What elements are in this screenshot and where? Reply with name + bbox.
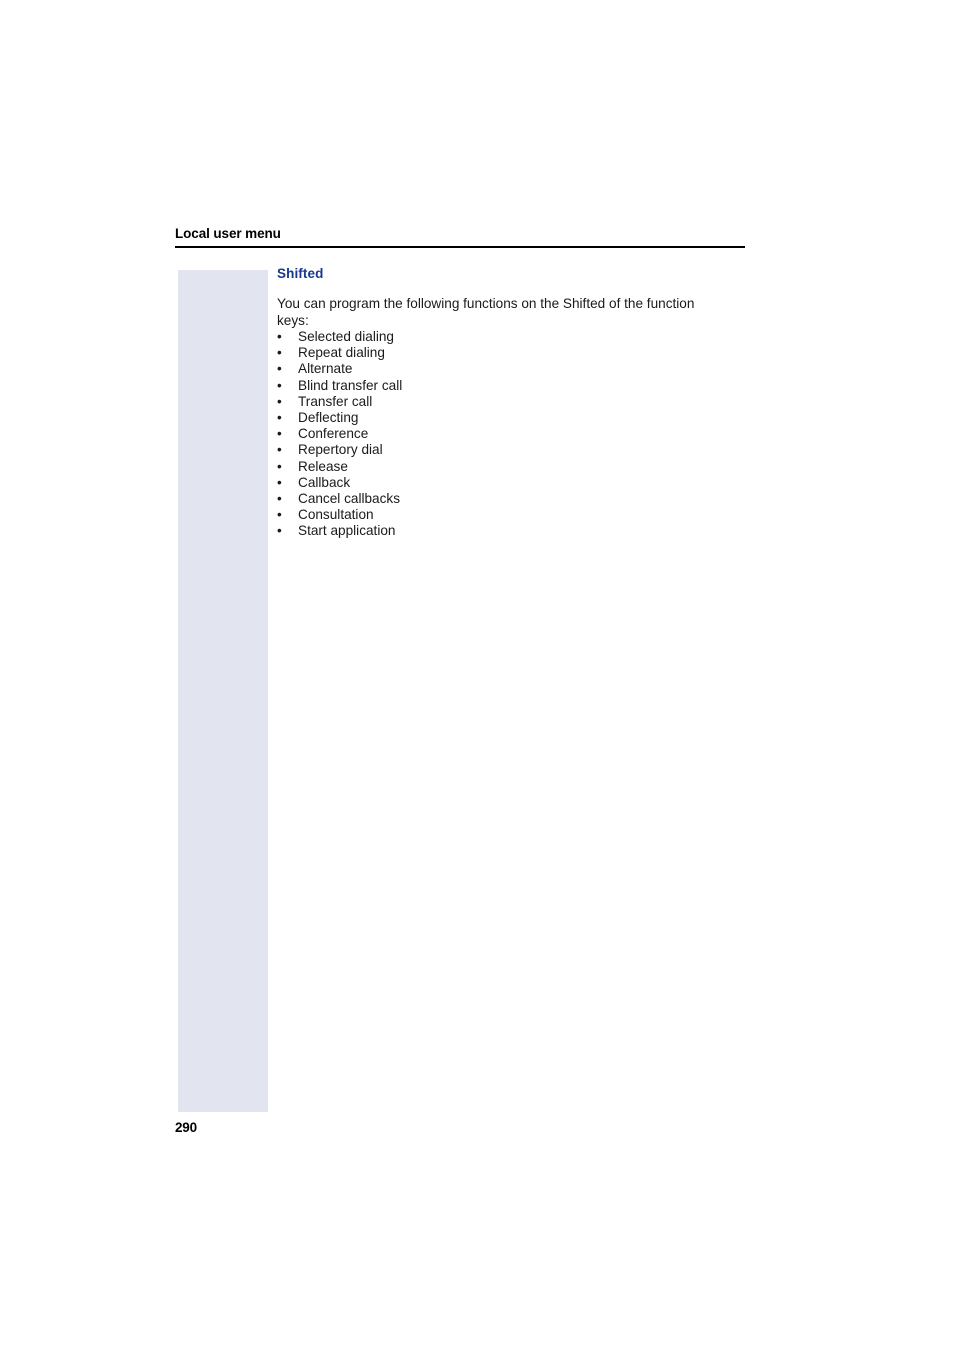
list-item-label: Alternate	[298, 361, 353, 377]
list-item: • Alternate	[277, 361, 737, 377]
list-item: • Transfer call	[277, 394, 737, 410]
list-item-label: Conference	[298, 426, 369, 442]
list-item: • Callback	[277, 475, 737, 491]
bullet-point-icon: •	[277, 329, 282, 344]
list-item: • Repeat dialing	[277, 345, 737, 361]
main-content-column: Shifted You can program the following fu…	[277, 265, 737, 540]
list-item: • Cancel callbacks	[277, 491, 737, 507]
function-bullet-list: • Selected dialing • Repeat dialing • Alterna…	[277, 329, 737, 540]
list-item: • Selected dialing	[277, 329, 737, 345]
bullet-point-icon: •	[277, 345, 282, 361]
list-item-label: Release	[298, 458, 348, 474]
list-item-label: Repeat dialing	[298, 345, 385, 361]
bullet-point-icon: •	[277, 426, 282, 442]
list-item-label: Cancel callbacks	[298, 491, 400, 507]
bullet-point-icon: •	[277, 377, 282, 393]
list-item-label: Transfer call	[298, 393, 373, 409]
page-number: 290	[175, 1120, 197, 1135]
list-item-label: Callback	[298, 474, 351, 490]
list-item: • Deflecting	[277, 410, 737, 426]
list-item-label: Blind transfer call	[298, 377, 403, 393]
document-page: Local user menu Shifted You can program …	[0, 0, 954, 1351]
bullet-point-icon: •	[277, 410, 282, 426]
bullet-point-icon: •	[277, 458, 282, 474]
list-item: • Release	[277, 459, 737, 475]
list-item-label: Consultation	[298, 507, 374, 523]
list-item: • Repertory dial	[277, 442, 737, 458]
header-divider-rule	[175, 246, 745, 248]
list-item-label: Deflecting	[298, 410, 359, 426]
list-item-label: Repertory dial	[298, 442, 383, 458]
intro-paragraph: You can program the following functions …	[277, 296, 695, 328]
bullet-point-icon: •	[277, 361, 282, 377]
bullet-point-icon: •	[277, 491, 282, 507]
list-item: • Blind transfer call	[277, 378, 737, 394]
list-item: • Consultation	[277, 507, 737, 523]
bullet-point-icon: •	[277, 507, 282, 523]
list-item: • Start application	[277, 523, 737, 539]
bullet-point-icon: •	[277, 523, 282, 539]
bullet-point-icon: •	[277, 442, 282, 458]
section-heading: Shifted	[277, 266, 324, 281]
running-header: Local user menu	[175, 226, 745, 242]
list-item-label: Start application	[298, 523, 396, 539]
list-item-label: Selected dialing	[298, 329, 394, 344]
list-item: • Conference	[277, 426, 737, 442]
running-header-title: Local user menu	[175, 226, 281, 241]
left-margin-tint-block	[178, 270, 268, 1112]
bullet-point-icon: •	[277, 474, 282, 490]
bullet-point-icon: •	[277, 393, 282, 409]
